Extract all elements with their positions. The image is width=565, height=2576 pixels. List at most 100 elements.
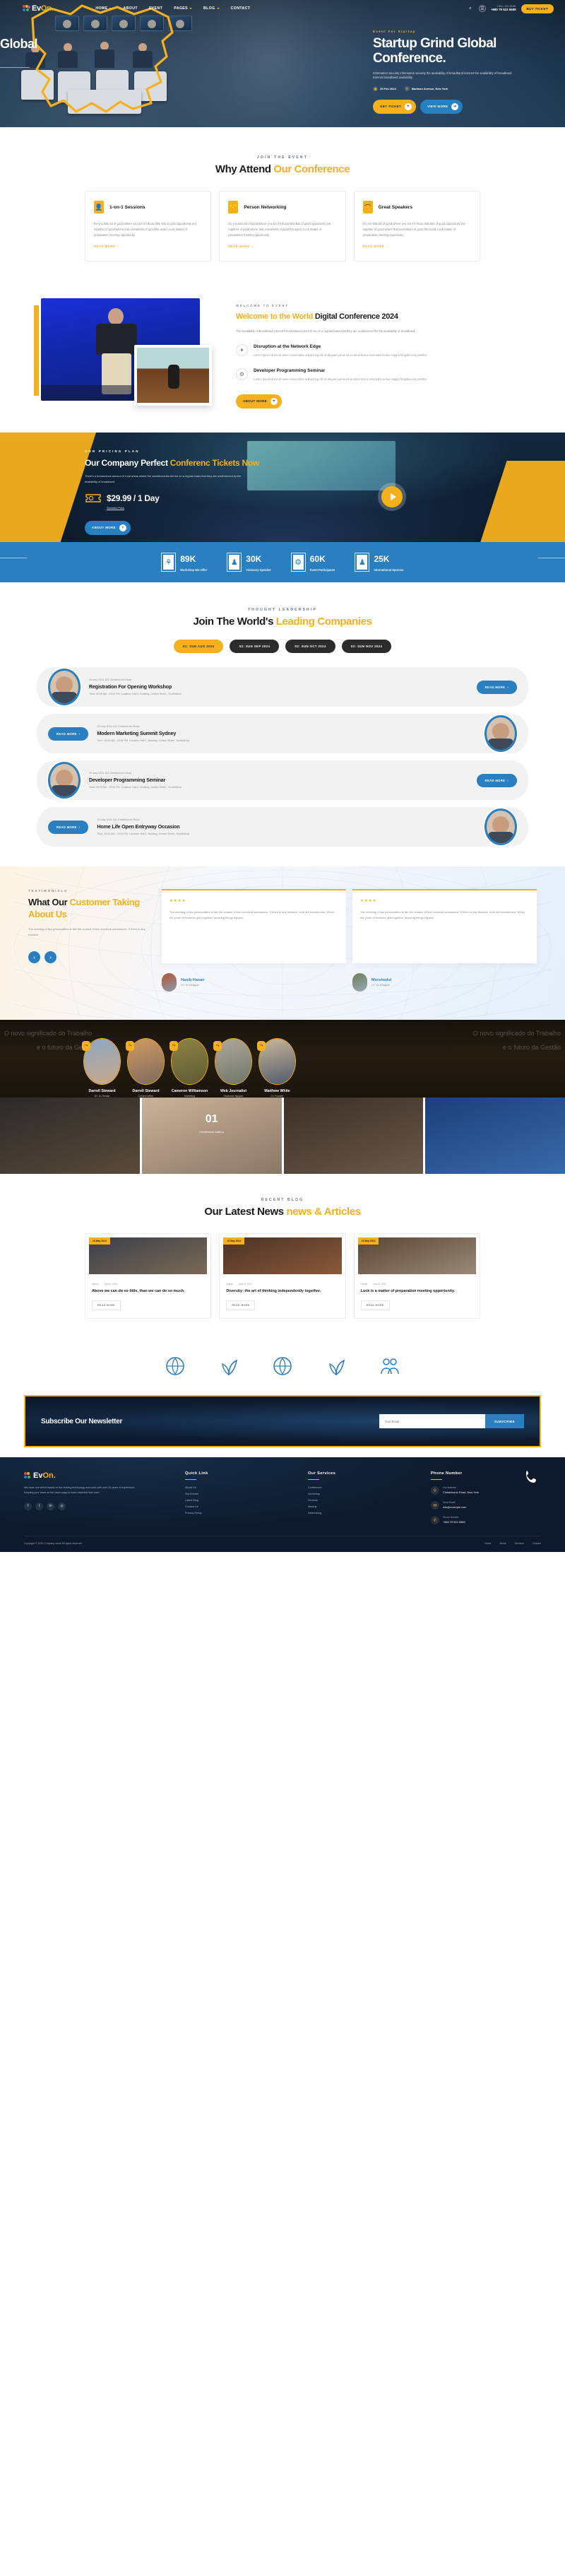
blog-card[interactable]: 15 May 2024 Admin April 8, 2021 Above we … <box>85 1233 212 1319</box>
event-read-more-button[interactable]: READ MORE › <box>48 727 89 741</box>
event-row[interactable]: 15 may 2024 161 Christchurch Road Regist… <box>37 667 528 707</box>
gallery-item[interactable] <box>0 1098 140 1175</box>
share-icon[interactable]: ⤳ <box>126 1041 134 1052</box>
events-title: Join The World's Leading Companies <box>193 616 372 628</box>
leaf-partner-icon[interactable] <box>218 1355 239 1377</box>
blog-card[interactable]: 15 May 2024 Admin April 8, 2021 Luck is a… <box>353 1233 480 1319</box>
why-card-readmore[interactable]: READ MORE › <box>228 245 253 248</box>
tab-aug-2024[interactable]: S1: SUN AUG 2024 <box>173 640 224 654</box>
why-card[interactable]: ⌒ Great Speakers Do you little bit of goo… <box>353 191 480 262</box>
gallery-item[interactable] <box>283 1098 424 1175</box>
event-row[interactable]: 15 may 2024 161 Christchurch Road Modern… <box>37 714 528 754</box>
nav-item-blog[interactable]: BLOG <box>203 6 220 11</box>
gallery-item[interactable] <box>425 1098 565 1175</box>
footer-services-col: Our Services Conference Workshop Seminar… <box>308 1471 418 1524</box>
stat-item: ♟ 30K Visionary Speaker <box>227 553 271 572</box>
nav-item-event[interactable]: EVENT <box>149 6 162 11</box>
speaker-card[interactable]: ⤳ Matthew White Co Founder <box>257 1038 296 1098</box>
hero-meta-date: ▦ 25 Feb 2024 <box>373 86 396 91</box>
list-item[interactable]: About Us <box>185 1486 295 1489</box>
list-item[interactable]: Meetup <box>308 1505 418 1508</box>
globe-partner-icon[interactable] <box>272 1355 293 1377</box>
event-read-more-button[interactable]: READ MORE › <box>476 680 517 694</box>
list-item[interactable]: Conference <box>308 1486 418 1489</box>
people-partner-icon[interactable] <box>379 1355 400 1377</box>
instagram-icon[interactable]: ◎ <box>58 1502 66 1510</box>
pricing-about-more-button[interactable]: ABOUT MORE + <box>85 520 131 535</box>
list-item[interactable]: Workshop <box>308 1493 418 1495</box>
footer-logo[interactable]: EvOn. <box>24 1471 172 1480</box>
site-logo[interactable]: EvOn. <box>23 4 54 13</box>
event-row[interactable]: 15 may 2024 161 Christchurch Road Home L… <box>37 807 528 847</box>
event-read-more-button[interactable]: READ MORE › <box>476 773 517 787</box>
blog-read-more-button[interactable]: READ MORE <box>92 1300 121 1311</box>
why-card[interactable]: 🤝 Person Networking Do you little bit of … <box>219 191 346 262</box>
event-read-more-button[interactable]: READ MORE › <box>48 820 89 834</box>
nav-item-contact[interactable]: CONTACT <box>231 6 251 11</box>
newsletter-subscribe-button[interactable]: SUBSCRIBE <box>484 1414 524 1429</box>
testimonials-title: What Our Customer Taking About Us <box>28 897 140 920</box>
list-item[interactable]: Seminar <box>308 1499 418 1502</box>
user-icon[interactable]: ☰ <box>478 5 486 12</box>
footer-link-home[interactable]: Home <box>484 1542 491 1545</box>
event-row[interactable]: 15 may 2024 161 Christchurch Road Develo… <box>37 760 528 801</box>
linkedin-icon[interactable]: in <box>47 1502 54 1510</box>
share-icon[interactable]: ⤳ <box>213 1041 222 1052</box>
about-more-button[interactable]: ABOUT MORE + <box>236 394 282 408</box>
site-header: EvOn. HOME ABOUT EVENT PAGES BLOG CONTAC… <box>0 0 565 17</box>
footer-link-contact[interactable]: Contact <box>533 1542 541 1545</box>
why-card[interactable]: 👤 1-on-1 Sessions Do you little bit of go… <box>85 191 212 262</box>
blog-read-more-button[interactable]: READ MORE <box>226 1300 256 1311</box>
why-card-readmore[interactable]: READ MORE › <box>94 245 119 248</box>
gallery-item[interactable]: 01 Conference Gallery <box>141 1098 282 1175</box>
speaker-card[interactable]: ⤳ Darrell Steward Content Writer <box>126 1038 165 1098</box>
blog-read-more-button[interactable]: READ MORE <box>360 1300 390 1311</box>
share-icon[interactable]: ⤳ <box>257 1041 266 1052</box>
blog-card[interactable]: 15 May 2024 Admin April 8, 2021 Diversity… <box>219 1233 346 1319</box>
list-item[interactable]: Privacy Policy <box>185 1512 295 1515</box>
get-ticket-button[interactable]: GET TICKET + <box>373 99 417 114</box>
footer-contact-row: ✆ Phone Number +880 79 522 5588 <box>431 1516 541 1525</box>
footer-link-about[interactable]: About <box>499 1542 506 1545</box>
pricing-price-row: $29.99 / 1 Day <box>85 492 565 505</box>
globe-partner-icon[interactable] <box>165 1355 186 1377</box>
event-date: 15 may 2024 161 Christchurch Road <box>89 678 132 682</box>
list-item[interactable]: Our Events <box>185 1493 295 1495</box>
tab-nov-2024[interactable]: S2: SUN NOV 2024 <box>341 640 392 654</box>
chevron-left-icon[interactable]: ‹ <box>28 951 40 964</box>
list-item[interactable]: Contact Us <box>185 1505 295 1508</box>
tab-oct-2024[interactable]: S2: SUN OCT 2024 <box>285 640 335 654</box>
nav-item-pages[interactable]: PAGES <box>174 6 193 11</box>
speaker-card[interactable]: ⤳ Darrell Steward UI / Ux Design <box>82 1038 121 1098</box>
chevron-right-icon[interactable]: › <box>44 951 56 964</box>
hero-subtitle: Information Security information securit… <box>373 71 513 80</box>
share-icon[interactable]: ⤳ <box>82 1041 90 1052</box>
newsletter-email-input[interactable] <box>379 1414 485 1429</box>
footer-link-services[interactable]: Services <box>515 1542 524 1545</box>
speaker-card[interactable]: ⤳ Web Journalist Savannah Nguyen <box>213 1038 252 1098</box>
logo-mark-icon <box>23 4 30 13</box>
speaker-role: Marketing <box>184 1095 195 1098</box>
search-icon[interactable]: ⌕ <box>467 5 474 12</box>
speakers-bg-text-right-2: e o futuro da Gestão <box>502 1044 561 1052</box>
share-icon[interactable]: ⤳ <box>170 1041 178 1052</box>
stat-item: ♟ 25K International Sponsor <box>355 553 404 572</box>
tab-sep-2024[interactable]: S2: SUN SEP 2024 <box>230 640 280 654</box>
leaf-partner-icon[interactable] <box>326 1355 347 1377</box>
participants-icon: ⚙ <box>290 553 306 572</box>
speaker-card[interactable]: ⤳ Cameron Williamson Marketing <box>170 1038 208 1098</box>
nav-item-about[interactable]: ABOUT <box>123 6 137 11</box>
why-attend-section: JOIN THE EVENT Why Attend Our Conference… <box>0 127 565 286</box>
logo-mark-icon <box>24 1471 32 1480</box>
list-item[interactable]: Networking <box>308 1512 418 1515</box>
view-more-button[interactable]: VIEW MORE ➜ <box>420 99 463 114</box>
why-card-readmore[interactable]: READ MORE › <box>363 245 388 248</box>
event-title: Home Life Open Entryway Occasion <box>97 823 180 830</box>
facebook-icon[interactable]: f <box>24 1502 32 1510</box>
buy-ticket-button[interactable]: BUY TICKET <box>521 4 554 13</box>
nav-item-home[interactable]: HOME <box>95 6 112 11</box>
twitter-icon[interactable]: t <box>35 1502 43 1510</box>
avatar <box>48 669 81 706</box>
list-item[interactable]: Latest Blog <box>185 1499 295 1502</box>
gallery-caption: Conference Gallery <box>199 1130 224 1134</box>
